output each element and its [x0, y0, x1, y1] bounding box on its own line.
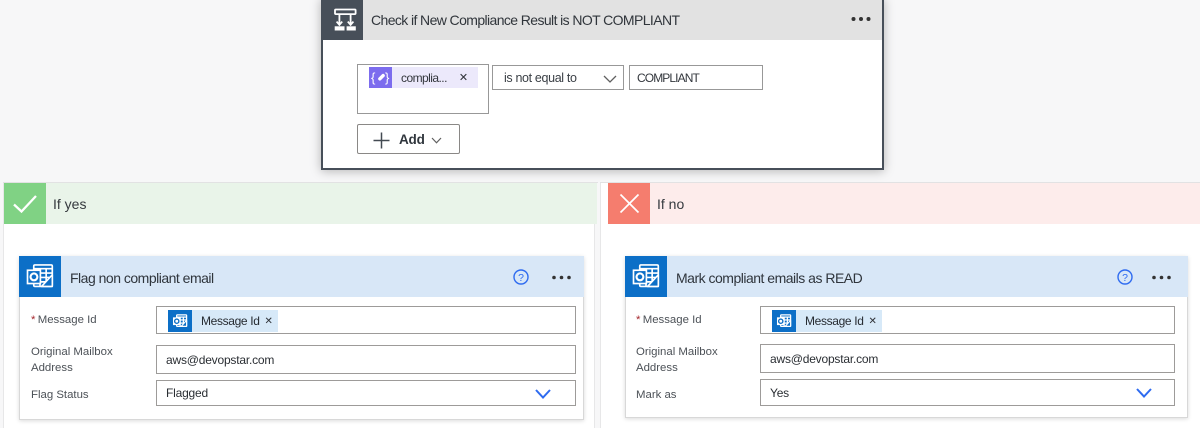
svg-text:{: {: [371, 70, 376, 85]
svg-text:}: }: [385, 70, 390, 85]
svg-text:?: ?: [1122, 271, 1128, 283]
svg-text:?: ?: [518, 271, 524, 283]
